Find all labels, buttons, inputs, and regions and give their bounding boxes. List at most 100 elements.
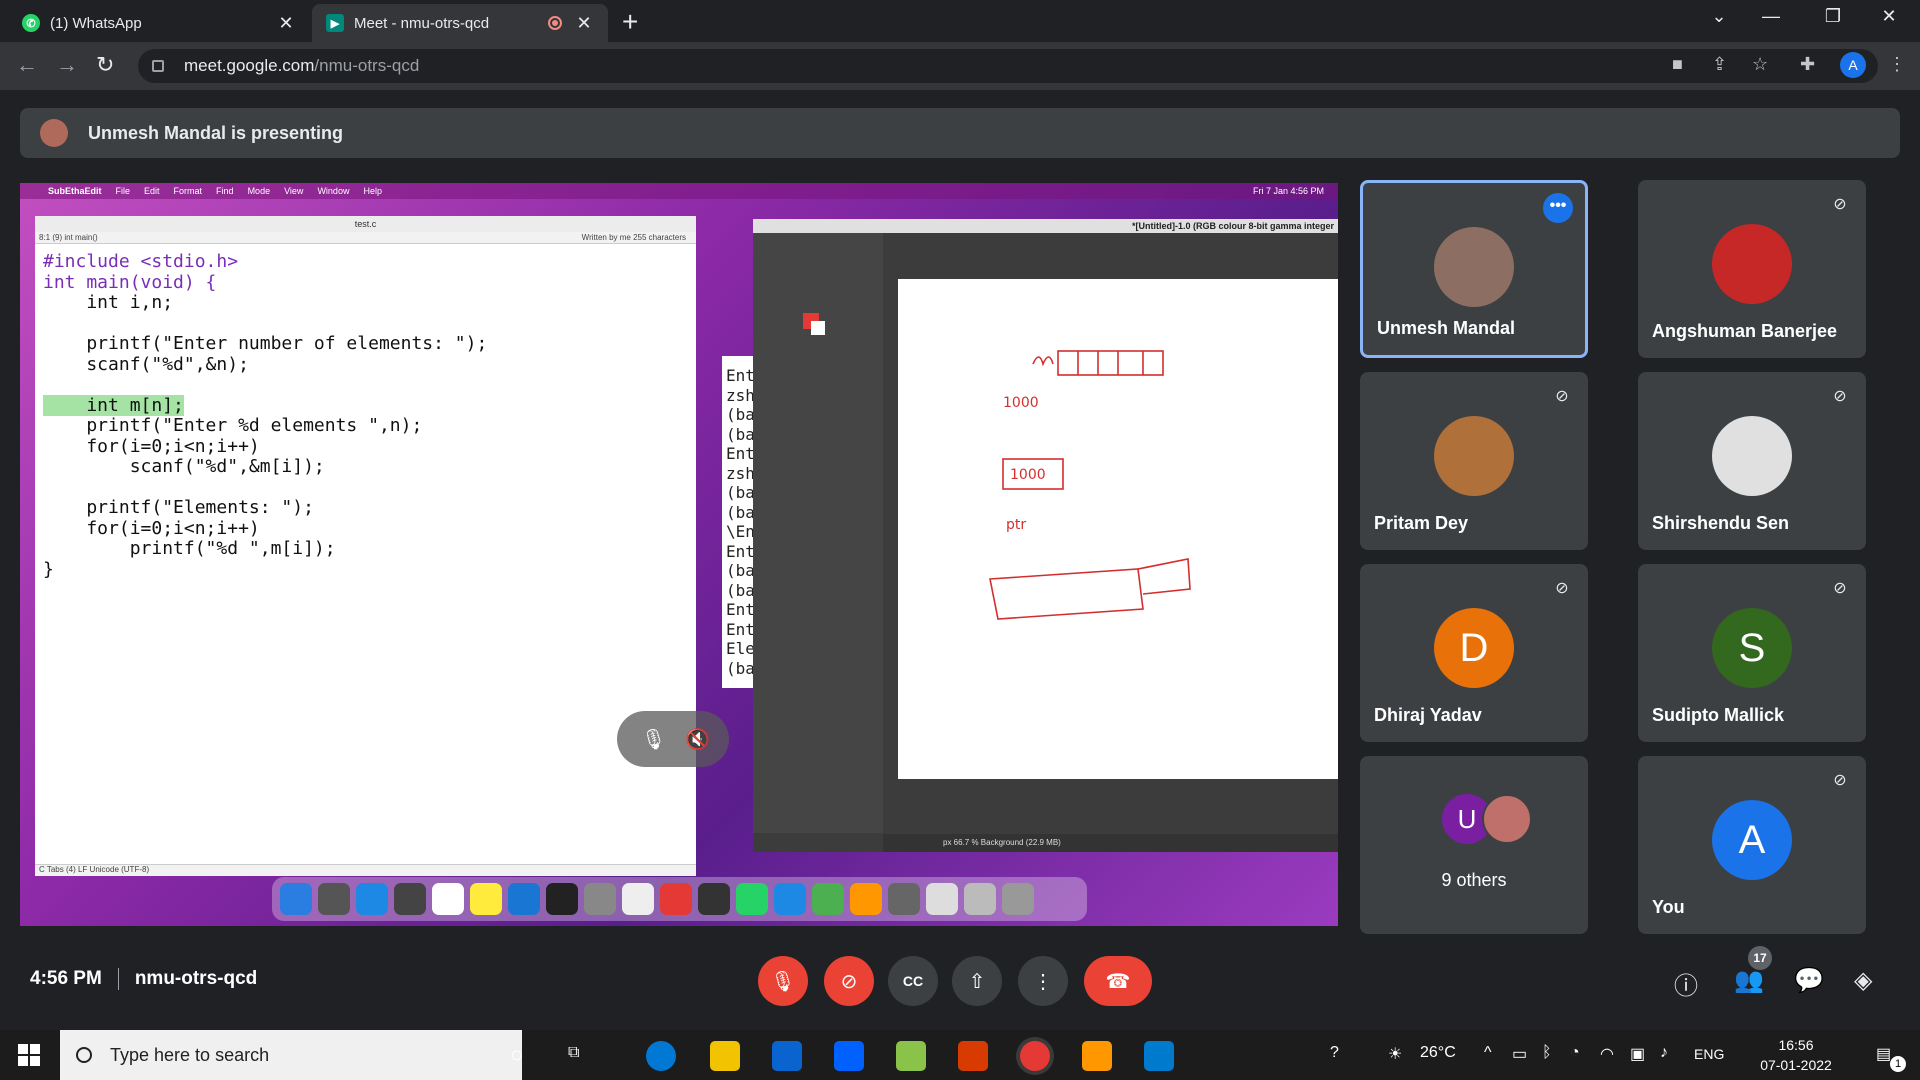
- windows-start-icon[interactable]: [18, 1044, 40, 1066]
- participant-tile-angshuman[interactable]: ⊘ Angshuman Banerjee: [1638, 180, 1866, 358]
- participant-tile-others[interactable]: U 9 others: [1360, 756, 1588, 934]
- participant-tile-you[interactable]: A ⊘ You: [1638, 756, 1866, 934]
- safari-icon: [356, 883, 388, 915]
- code-line: printf("Elements: ");: [43, 497, 314, 518]
- camera-icon[interactable]: ■: [1672, 54, 1683, 75]
- wifi-icon[interactable]: ◠: [1600, 1044, 1614, 1064]
- people-icon[interactable]: 👥: [1734, 966, 1764, 995]
- close-icon[interactable]: ✕: [574, 13, 594, 34]
- mic-toggle-button[interactable]: 🎙: [758, 956, 808, 1006]
- participant-tile-dhiraj[interactable]: D ⊘ Dhiraj Yadav: [1360, 564, 1588, 742]
- participant-name: You: [1652, 897, 1685, 917]
- chrome-taskbar-icon[interactable]: [1020, 1041, 1050, 1071]
- editor-info-left: 8:1 (9) int main(): [39, 233, 98, 242]
- menu-edit: Edit: [144, 186, 160, 196]
- presenter-mute-overlay: 🎙 🔇: [617, 711, 729, 767]
- code-line: int i,n;: [43, 292, 174, 313]
- code-line: for(i=0;i<n;i++): [43, 517, 260, 539]
- more-options-button[interactable]: ⋮: [1018, 956, 1068, 1006]
- participant-tile-shirshendu[interactable]: ⊘ Shirshendu Sen: [1638, 372, 1866, 550]
- participant-name: Pritam Dey: [1374, 513, 1469, 533]
- tab-title: Meet - nmu-otrs-qcd: [354, 14, 490, 32]
- app-icon[interactable]: [896, 1041, 926, 1071]
- network-icon[interactable]: ◔: [1570, 1044, 1580, 1062]
- close-icon[interactable]: ✕: [276, 13, 296, 34]
- reload-button[interactable]: ↻: [96, 52, 114, 78]
- edge-icon[interactable]: [646, 1041, 676, 1071]
- menu-icon[interactable]: ⋮: [1888, 54, 1906, 75]
- more-options-icon[interactable]: •••: [1543, 193, 1573, 223]
- participant-tile-pritam[interactable]: ⊘ Pritam Dey: [1360, 372, 1588, 550]
- language-indicator[interactable]: ENG: [1694, 1046, 1724, 1062]
- tray-overflow-icon[interactable]: ^: [1484, 1044, 1492, 1062]
- tab-whatsapp[interactable]: ✆ (1) WhatsApp ✕: [8, 4, 310, 42]
- mail-icon[interactable]: [772, 1041, 802, 1071]
- minimize-button[interactable]: —: [1748, 6, 1794, 27]
- back-button[interactable]: ←: [16, 52, 38, 78]
- menubar-app: SubEthaEdit: [48, 186, 102, 196]
- avatar: [1712, 224, 1792, 304]
- whatsapp-icon: ✆: [22, 14, 40, 32]
- code-line: #include <stdio.h>: [43, 251, 239, 272]
- leave-call-button[interactable]: ☎: [1084, 956, 1152, 1006]
- share-icon[interactable]: ⇪: [1712, 54, 1727, 75]
- extensions-icon[interactable]: ✚: [1800, 54, 1815, 75]
- editor-info-bar: 8:1 (9) int main() Written by me 255 cha…: [35, 232, 696, 244]
- tab-search-icon[interactable]: ⌄: [1696, 6, 1742, 27]
- menu-view: View: [284, 186, 304, 196]
- volume-icon[interactable]: ♪: [1660, 1044, 1668, 1062]
- sublime-taskbar-icon[interactable]: [1082, 1041, 1112, 1071]
- cortana-icon[interactable]: ○: [510, 1042, 523, 1068]
- address-bar[interactable]: meet.google.com/nmu-otrs-qcd: [138, 49, 1878, 83]
- chat-icon[interactable]: 💬: [1794, 966, 1824, 995]
- code-line: scanf("%d",&m[i]);: [43, 456, 325, 477]
- bookmark-star-icon[interactable]: ☆: [1752, 54, 1768, 75]
- vscode-icon[interactable]: [1144, 1041, 1174, 1071]
- new-tab-button[interactable]: +: [622, 6, 638, 38]
- avatar: [1712, 416, 1792, 496]
- code-line: for(i=0;i<n;i++): [43, 435, 260, 457]
- gimp-dock-icon: [888, 883, 920, 915]
- present-button[interactable]: ⇧: [952, 956, 1002, 1006]
- document-icon: [926, 883, 958, 915]
- drawing-svg: 1000 1000 ptr: [989, 350, 1191, 620]
- avatar: [1434, 416, 1514, 496]
- gimp-status: px 66.7 % Background (22.9 MB): [883, 834, 1338, 852]
- participant-tile-unmesh[interactable]: ••• Unmesh Mandal: [1360, 180, 1588, 358]
- forward-button[interactable]: →: [56, 52, 78, 78]
- taskbar-search[interactable]: Type here to search: [60, 1030, 522, 1080]
- captions-button[interactable]: CC: [888, 956, 938, 1006]
- file-explorer-icon[interactable]: [710, 1041, 740, 1071]
- code-line: printf("Enter %d elements ",n);: [43, 415, 423, 436]
- dropbox-icon[interactable]: [834, 1041, 864, 1071]
- divider: [117, 968, 119, 990]
- captions-icon: CC: [902, 973, 924, 989]
- taskbar-clock[interactable]: 16:56 07-01-2022: [1760, 1035, 1832, 1075]
- participant-name: Angshuman Banerjee: [1652, 321, 1838, 341]
- help-icon[interactable]: ?: [1330, 1044, 1339, 1062]
- office-icon[interactable]: [958, 1041, 988, 1071]
- meeting-time: 4:56 PM: [30, 968, 102, 989]
- menu-help: Help: [363, 186, 382, 196]
- terminal-icon: [546, 883, 578, 915]
- profile-avatar[interactable]: A: [1840, 52, 1866, 78]
- code-line: printf("Enter number of elements: ");: [43, 333, 488, 354]
- bluetooth-icon[interactable]: ᛒ: [1542, 1044, 1552, 1062]
- code-line: }: [43, 558, 54, 580]
- notifications-icon[interactable]: ▤: [1876, 1044, 1891, 1064]
- davinci-icon: [698, 883, 730, 915]
- browser-toolbar: ← → ↻ meet.google.com/nmu-otrs-qcd ■ ⇪ ☆…: [0, 42, 1920, 90]
- info-icon[interactable]: ⓘ: [1674, 966, 1698, 1001]
- task-view-icon[interactable]: ⧉: [568, 1044, 579, 1062]
- weather-temp[interactable]: 26°C: [1420, 1044, 1456, 1062]
- camera-toggle-button[interactable]: ⊘: [824, 956, 874, 1006]
- restore-button[interactable]: ❐: [1810, 6, 1856, 27]
- code-line: scanf("%d",&n);: [43, 353, 249, 375]
- activities-icon[interactable]: ◈: [1854, 966, 1872, 995]
- mic-off-icon: ⊘: [1833, 196, 1847, 213]
- participant-name: Shirshendu Sen: [1652, 513, 1790, 533]
- close-window-button[interactable]: ✕: [1866, 6, 1912, 27]
- display-icon[interactable]: ▣: [1630, 1044, 1645, 1064]
- tab-meet[interactable]: ▶ Meet - nmu-otrs-qcd ✕: [312, 4, 608, 42]
- participant-tile-sudipto[interactable]: S ⊘ Sudipto Mallick: [1638, 564, 1866, 742]
